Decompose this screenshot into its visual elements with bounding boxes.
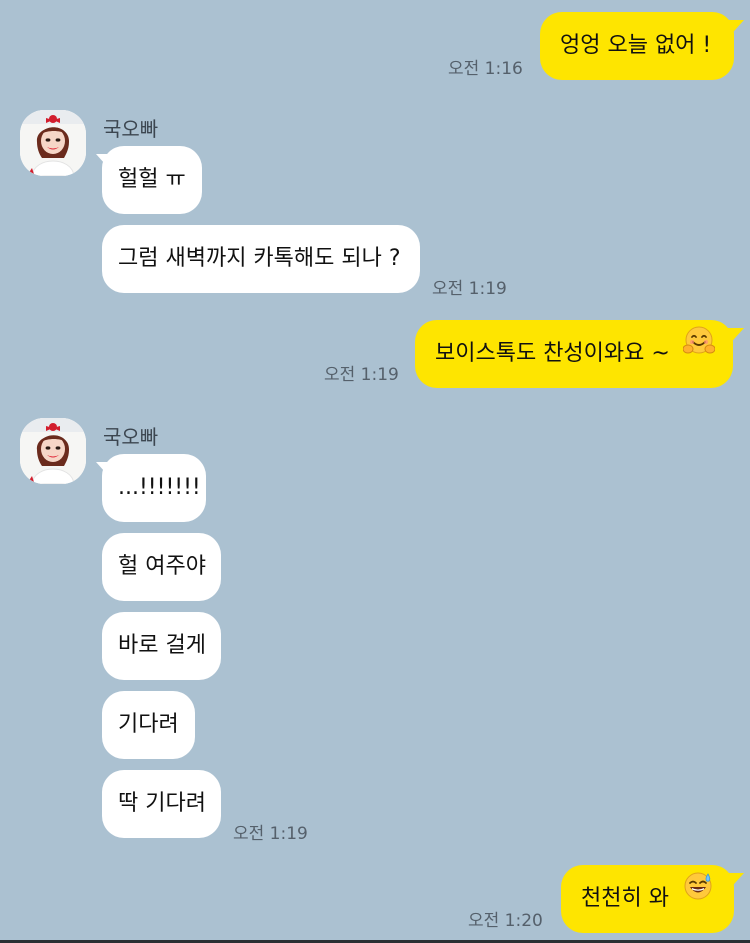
profile-photo-icon <box>20 418 86 484</box>
incoming-message-bubble[interactable]: 그럼 새벽까지 카톡해도 되나 ? <box>102 225 420 293</box>
message-text: 그럼 새벽까지 카톡해도 되나 ? <box>118 246 401 271</box>
message-text: 보이스톡도 찬성이와요 ~ <box>435 341 670 366</box>
message-text: 바로 걸게 <box>118 633 206 658</box>
incoming-message-bubble[interactable]: 바로 걸게 <box>102 612 221 680</box>
message-text: ...!!!!!!! <box>118 475 201 500</box>
message-text: 헐 여주야 <box>118 554 206 579</box>
message-text: 엉엉 오늘 없어 ! <box>560 33 712 58</box>
bubble-tail <box>726 328 744 348</box>
incoming-message-bubble[interactable]: ...!!!!!!! <box>102 454 206 522</box>
outgoing-message-bubble[interactable]: 천천히 와 <box>561 865 734 933</box>
message-text: 헐헐 ㅠ <box>118 167 186 192</box>
message-text: 딱 기다려 <box>118 791 206 816</box>
incoming-message-bubble[interactable]: 헐 여주야 <box>102 533 221 601</box>
incoming-message-bubble[interactable]: 헐헐 ㅠ <box>102 146 202 214</box>
timestamp: 오전 1:19 <box>233 824 308 844</box>
outgoing-message-bubble[interactable]: 보이스톡도 찬성이와요 ~ <box>415 320 733 388</box>
incoming-message-bubble[interactable]: 딱 기다려 <box>102 770 221 838</box>
sender-name: 국오빠 <box>103 117 159 141</box>
bubble-tail <box>726 20 744 40</box>
timestamp: 오전 1:19 <box>324 365 399 385</box>
bubble-tail <box>726 873 744 893</box>
incoming-message-bubble[interactable]: 기다려 <box>102 691 195 759</box>
profile-photo-icon <box>20 110 86 176</box>
avatar[interactable] <box>20 418 86 484</box>
hugging-face-icon <box>682 317 716 385</box>
message-text: 천천히 와 <box>581 886 669 911</box>
sweat-smile-icon <box>682 862 714 930</box>
timestamp: 오전 1:20 <box>468 911 543 931</box>
timestamp: 오전 1:19 <box>432 279 507 299</box>
message-text: 기다려 <box>118 712 179 737</box>
avatar[interactable] <box>20 110 86 176</box>
timestamp: 오전 1:16 <box>448 59 523 79</box>
sender-name: 국오빠 <box>103 425 159 449</box>
outgoing-message-bubble[interactable]: 엉엉 오늘 없어 ! <box>540 12 734 80</box>
